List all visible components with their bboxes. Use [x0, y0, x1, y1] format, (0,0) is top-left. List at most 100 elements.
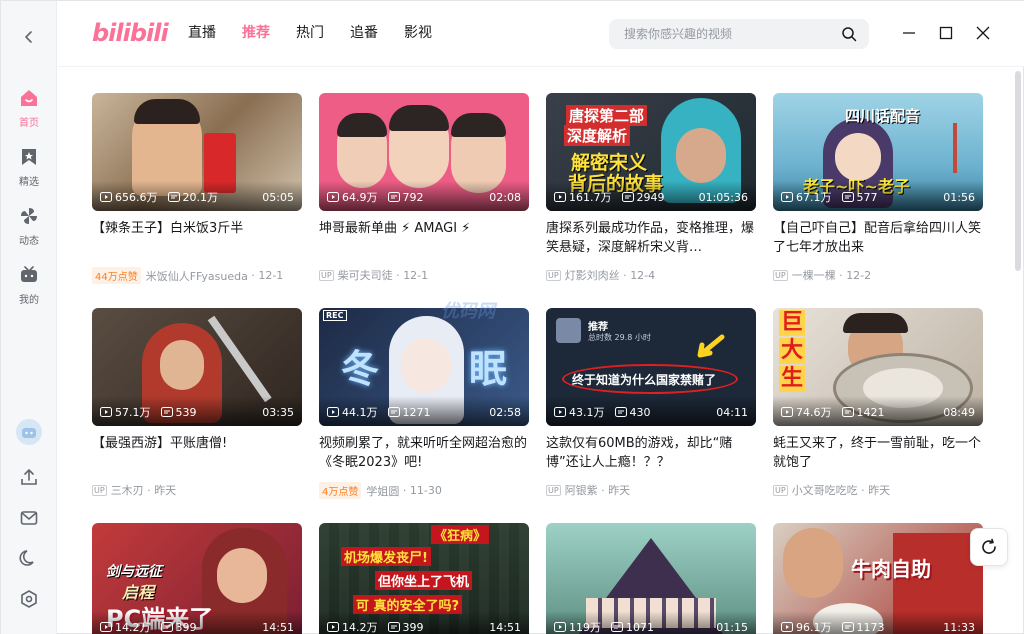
danmaku-count: 1173	[841, 621, 885, 634]
video-title[interactable]: 【最强西游】平账唐僧!	[92, 434, 302, 472]
bookmark-icon	[18, 146, 40, 168]
video-thumbnail[interactable]: 64.9万 792 02:08	[319, 93, 529, 211]
sidebar-item-dynamic[interactable]: 动态	[1, 205, 57, 257]
video-card[interactable]: 四川话配音 老子~吓~老子 67.1万 577 01:56 【自己吓自己】配音后…	[773, 93, 983, 283]
up-badge: UP	[92, 484, 107, 496]
danmaku-count: 1421	[841, 406, 885, 419]
view-count: 14.2万	[327, 619, 378, 634]
danmaku-count: 792	[387, 191, 424, 204]
video-thumbnail[interactable]: 《狂病》 机场爆发丧尸! 但你坐上了飞机 可 真的安全了吗? 14.2万 399…	[319, 523, 529, 634]
video-author[interactable]: 学姐圆	[366, 483, 399, 499]
top-nav: 直播 推荐 热门 追番 影视	[188, 23, 458, 47]
up-badge: UP	[546, 484, 561, 496]
view-count: 14.2万	[100, 619, 151, 634]
scrollbar[interactable]	[1015, 71, 1021, 271]
video-author[interactable]: 一棵一棵	[792, 267, 836, 283]
video-author[interactable]: 米饭仙人FFyasueda	[146, 268, 248, 284]
nav-anime[interactable]: 追番	[350, 23, 378, 47]
video-thumbnail[interactable]: 唐探第二部 深度解析 解密宋义 背后的故事 161.7万 2949 01:05:…	[546, 93, 756, 211]
video-thumbnail[interactable]: 119万 1071 01:15	[546, 523, 756, 634]
video-card[interactable]: 巨 大 生 74.6万 1421 08:49 蚝王又来了，终于一雪前耻，吃一个就…	[773, 308, 983, 498]
video-thumbnail[interactable]: 656.6万 20.1万 05:05	[92, 93, 302, 211]
sidebar-item-featured[interactable]: 精选	[1, 146, 57, 198]
nav-recommend[interactable]: 推荐	[242, 23, 270, 47]
video-thumbnail[interactable]: REC 冬 眠 44.1万 1271 02:58	[319, 308, 529, 426]
search-icon[interactable]	[841, 26, 857, 42]
video-duration: 05:05	[262, 190, 294, 204]
thumbnail-caption: 机场爆发丧尸!	[341, 547, 431, 566]
video-card[interactable]: 119万 1071 01:15	[546, 523, 756, 634]
close-icon[interactable]	[973, 23, 993, 43]
video-date: 昨天	[154, 484, 177, 497]
video-thumbnail[interactable]: 牛肉自助 96.1万 1173 11:33	[773, 523, 983, 634]
like-badge: 4万点赞	[319, 482, 362, 499]
video-duration: 14:51	[262, 620, 294, 634]
video-title[interactable]: 【自己吓自己】配音后拿给四川人笑了七年才放出来	[773, 219, 983, 257]
video-thumbnail[interactable]: 剑与远征 启程 PC端来了 14.2万 399 14:51	[92, 523, 302, 634]
refresh-icon	[982, 538, 996, 554]
video-card[interactable]: REC 冬 眠 44.1万 1271 02:58 视频刷累了，就来听听全网超治愈…	[319, 308, 529, 499]
video-card[interactable]: 《狂病》 机场爆发丧尸! 但你坐上了飞机 可 真的安全了吗? 14.2万 399…	[319, 523, 529, 634]
danmaku-count: 539	[160, 406, 197, 419]
video-card[interactable]: 剑与远征 启程 PC端来了 14.2万 399 14:51	[92, 523, 302, 634]
up-badge: UP	[773, 484, 788, 496]
video-card[interactable]: 656.6万 20.1万 05:05 【辣条王子】白米饭3斤半 44万点赞 米饭…	[92, 93, 302, 284]
settings-icon[interactable]	[1, 584, 57, 614]
thumbnail-caption: 《狂病》	[431, 525, 490, 544]
video-author[interactable]: 灯影刘肉丝	[565, 267, 620, 283]
danmaku-count: 20.1万	[167, 189, 218, 205]
sidebar-item-label: 动态	[19, 236, 39, 247]
video-title[interactable]: 坤哥最新单曲 ⚡ AMAGI ⚡	[319, 219, 529, 257]
minimize-icon[interactable]	[899, 23, 919, 43]
thumbnail-caption: 大	[779, 338, 806, 364]
sidebar-item-home[interactable]: 首页	[1, 87, 57, 139]
user-avatar[interactable]	[1, 417, 57, 447]
view-count: 96.1万	[781, 619, 832, 634]
top-bar: bilibili 直播 推荐 热门 追番 影视	[58, 1, 1024, 67]
thumbnail-caption: 终于知道为什么国家禁赌了	[572, 373, 717, 387]
video-author[interactable]: 柴可夫司徒	[338, 267, 393, 283]
video-card[interactable]: 57.1万 539 03:35 【最强西游】平账唐僧! UP 三木刃 · 昨天	[92, 308, 302, 498]
video-meta: UP 一棵一棵 · 12-2	[773, 267, 872, 283]
video-title[interactable]: 唐探系列最成功作品，变格推理，爆笑悬疑，深度解析宋义背…	[546, 219, 756, 257]
thumbnail-caption: 四川话配音	[845, 107, 921, 125]
thumbnail-caption: 但你坐上了飞机	[375, 571, 473, 590]
video-author[interactable]: 小文哥吃吃吃	[792, 482, 858, 498]
thumbnail-caption: 生	[779, 366, 806, 392]
sidebar-item-label: 我的	[19, 295, 39, 306]
video-card[interactable]: 64.9万 792 02:08 坤哥最新单曲 ⚡ AMAGI ⚡ UP 柴可夫司…	[319, 93, 529, 283]
view-count: 74.6万	[781, 404, 832, 420]
video-thumbnail[interactable]: 57.1万 539 03:35	[92, 308, 302, 426]
night-mode-icon[interactable]	[1, 543, 57, 573]
nav-hot[interactable]: 热门	[296, 23, 324, 47]
back-icon[interactable]	[17, 25, 41, 49]
bilibili-logo[interactable]: bilibili	[92, 19, 169, 47]
video-author[interactable]: 三木刃	[111, 482, 144, 498]
sidebar-item-mine[interactable]: 我的	[1, 264, 57, 316]
upload-icon[interactable]	[1, 462, 57, 492]
message-icon[interactable]	[1, 503, 57, 533]
video-meta: UP 三木刃 · 昨天	[92, 482, 177, 498]
up-badge: UP	[546, 269, 561, 281]
maximize-icon[interactable]	[936, 23, 956, 43]
thumbnail-caption: 巨	[779, 310, 806, 336]
refresh-button[interactable]	[970, 528, 1008, 566]
video-thumbnail[interactable]: 推荐 总时数 29.8 小时 终于知道为什么国家禁赌了 43.1万 430 04…	[546, 308, 756, 426]
video-card[interactable]: 推荐 总时数 29.8 小时 终于知道为什么国家禁赌了 43.1万 430 04…	[546, 308, 756, 498]
video-duration: 11:33	[943, 620, 975, 634]
video-title[interactable]: 蚝王又来了，终于一雪前耻，吃一个就饱了	[773, 434, 983, 472]
video-thumbnail[interactable]: 巨 大 生 74.6万 1421 08:49	[773, 308, 983, 426]
video-thumbnail[interactable]: 四川话配音 老子~吓~老子 67.1万 577 01:56	[773, 93, 983, 211]
nav-film[interactable]: 影视	[404, 23, 432, 47]
video-author[interactable]: 阿银紫	[565, 482, 598, 498]
like-badge: 44万点赞	[92, 267, 141, 284]
nav-live[interactable]: 直播	[188, 23, 216, 47]
search-input[interactable]	[624, 27, 824, 41]
video-title[interactable]: 视频刷累了，就来听听全网超治愈的《冬眠2023》吧!	[319, 434, 529, 472]
video-title[interactable]: 这款仅有60MB的游戏，却比“赌博”还让人上瘾！？？	[546, 434, 756, 472]
view-count: 64.9万	[327, 189, 378, 205]
video-card[interactable]: 唐探第二部 深度解析 解密宋义 背后的故事 161.7万 2949 01:05:…	[546, 93, 756, 283]
video-card[interactable]: 牛肉自助 96.1万 1173 11:33	[773, 523, 983, 634]
video-title[interactable]: 【辣条王子】白米饭3斤半	[92, 219, 302, 257]
up-badge: UP	[319, 269, 334, 281]
